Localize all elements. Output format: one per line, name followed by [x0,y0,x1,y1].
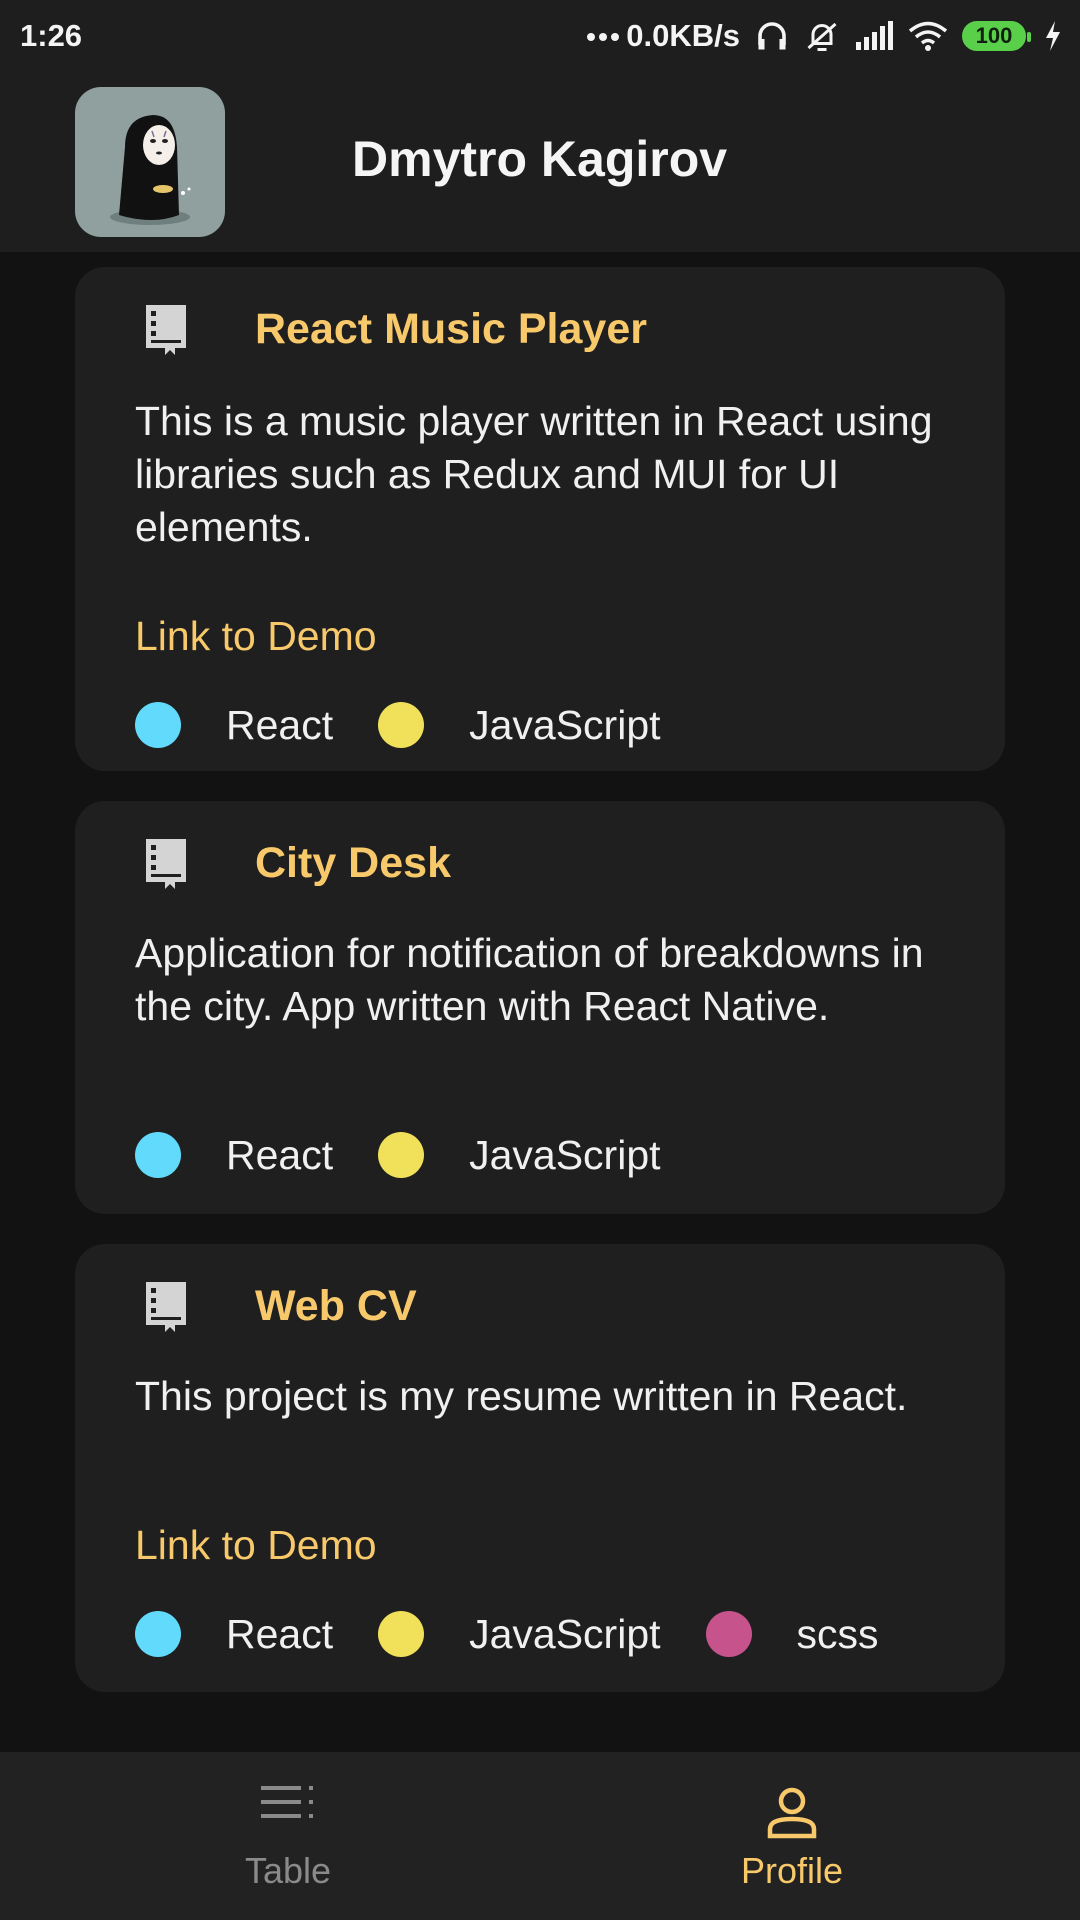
battery-level: 100 [975,23,1013,48]
demo-link[interactable]: Link to Demo [135,613,377,660]
status-time: 1:26 [20,18,83,53]
project-description: This is a music player written in React … [135,398,933,550]
person-icon [765,1786,819,1845]
charging-icon [1044,20,1062,52]
language-list: React JavaScript [135,699,706,751]
projects-list[interactable]: React Music Player This is a music playe… [0,252,1080,1752]
language-list: React JavaScript [135,1129,706,1181]
language-dot-react [135,1132,181,1178]
language-name: scss [796,1610,879,1657]
language-name: JavaScript [469,1131,661,1178]
language-dot-scss [705,1611,752,1657]
nav-tab-profile[interactable]: Profile [522,1752,1062,1920]
repo-icon [143,303,189,357]
project-card: React Music Player This is a music playe… [75,267,1005,771]
battery-icon: 100 [962,21,1031,51]
screen: 1:26 0.0KB/s 100 Dmytro Kagirov React Mu… [0,0,1080,1920]
project-description: This project is my resume written in Rea… [135,1373,908,1419]
bottom-navigation: Table Profile [0,1752,1080,1920]
profile-name: Dmytro Kagirov [352,131,728,187]
project-card: City Desk Application for notification o… [75,801,1005,1214]
language-list: React JavaScript scss [135,1608,924,1660]
language-dot-react [135,1611,181,1657]
language-name: JavaScript [469,701,661,748]
language-dot-javascript [378,702,425,748]
nav-label: Table [244,1850,332,1891]
language-dot-react [135,702,181,748]
project-title: React Music Player [255,305,647,353]
demo-link[interactable]: Link to Demo [135,1522,377,1569]
more-dots-icon [586,30,622,42]
repo-icon [143,1280,189,1334]
signal-icon [854,20,894,52]
language-dot-javascript [378,1611,425,1657]
wifi-icon [908,20,948,52]
alarm-muted-icon [804,18,840,54]
language-name: React [226,1131,334,1178]
project-card: Web CV This project is my resume written… [75,1244,1005,1692]
repo-icon [143,837,189,891]
nav-label: Profile [740,1850,844,1891]
headphones-icon [754,18,790,54]
list-icon [259,1782,317,1827]
language-name: JavaScript [469,1610,661,1657]
profile-header: Dmytro Kagirov [0,72,1080,252]
project-title: City Desk [255,839,451,887]
language-dot-javascript [378,1132,425,1178]
project-description: Application for notification of breakdow… [135,930,924,1029]
language-name: React [226,701,334,748]
status-icons: 0.0KB/s 100 [586,18,1062,54]
nav-tab-table[interactable]: Table [18,1752,558,1920]
avatar[interactable] [75,87,225,237]
language-name: React [226,1610,334,1657]
status-bar: 1:26 0.0KB/s 100 [0,0,1080,72]
network-speed: 0.0KB/s [626,18,740,53]
project-title: Web CV [255,1282,417,1330]
